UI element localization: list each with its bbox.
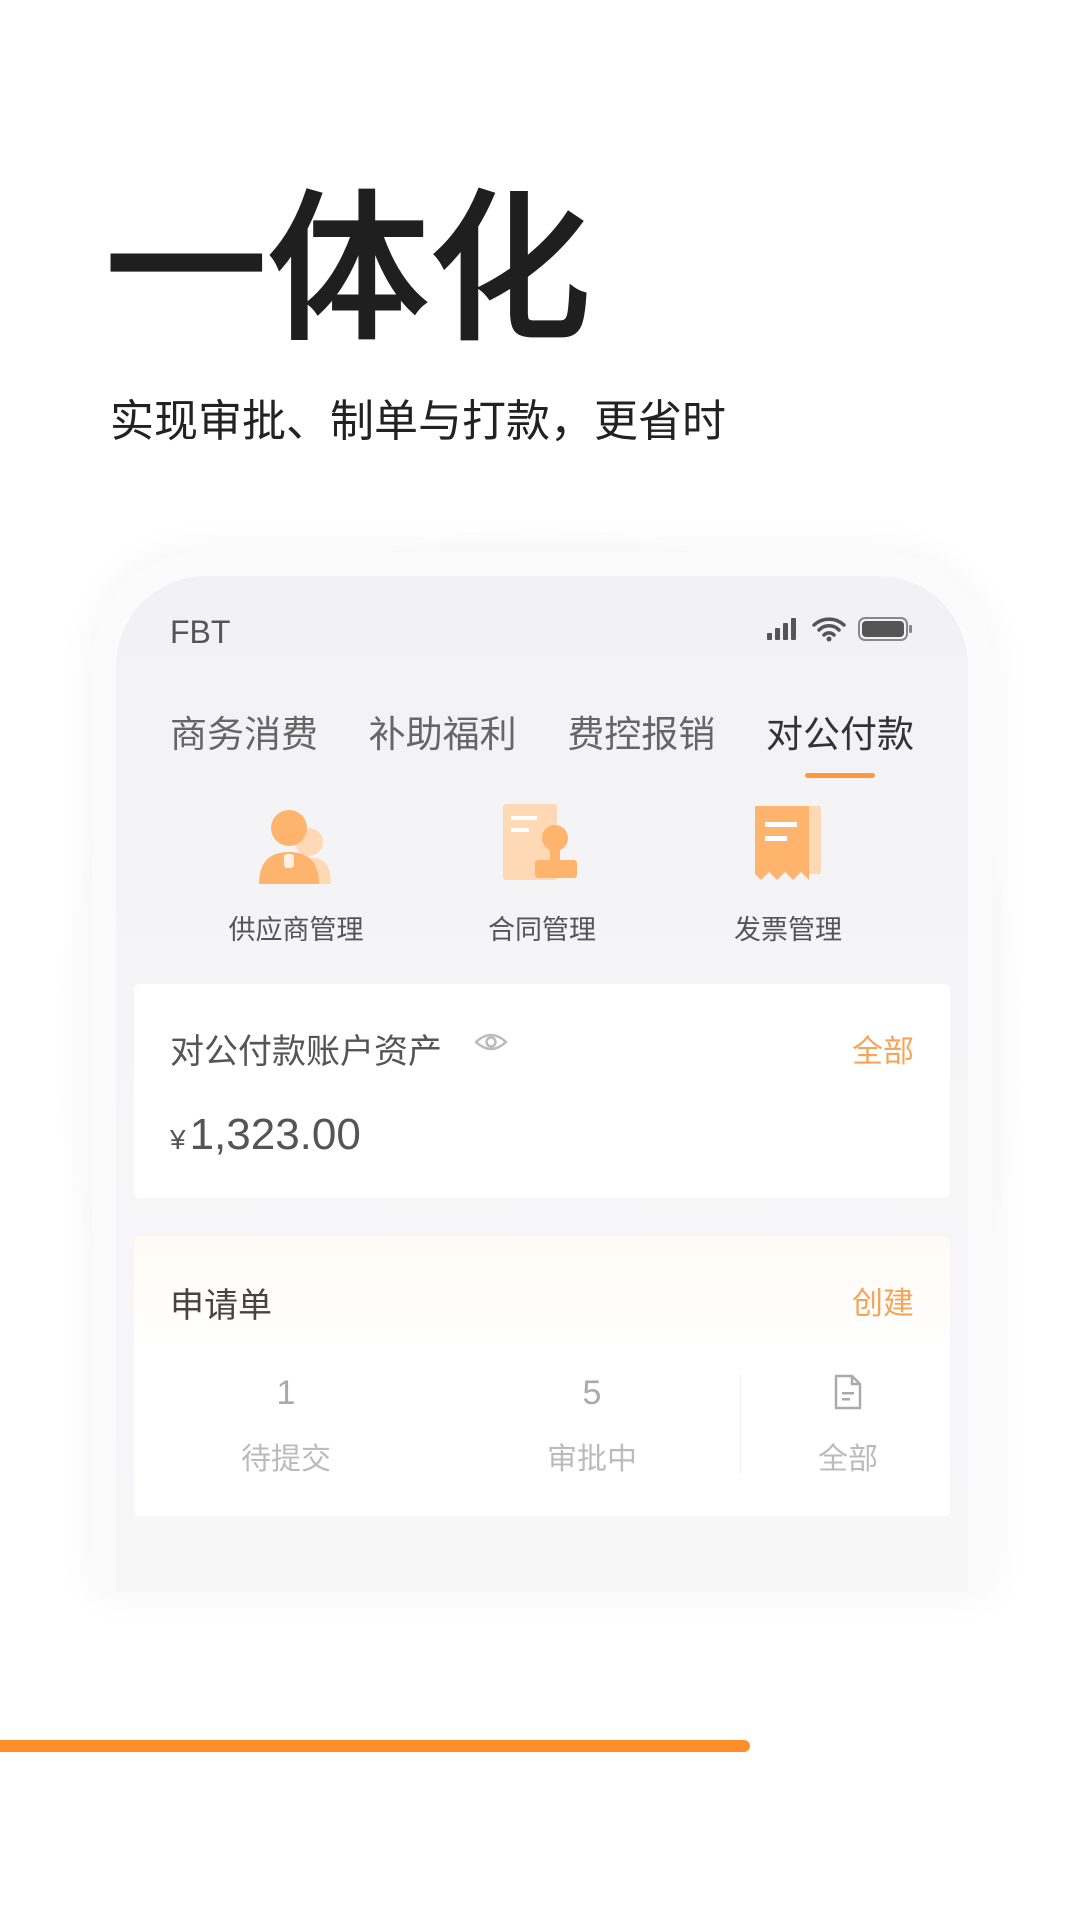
headline: 一体化 [106,176,593,363]
wifi-icon [812,617,846,642]
quick-action-label: 发票管理 [734,915,842,946]
status-bar: FBT [170,614,914,654]
signal-icon [767,618,796,640]
tab-label: 对公付款 [765,713,914,756]
tab-subsidy-benefits[interactable]: 补助福利 [369,704,517,758]
supplier-management-button[interactable]: 供应商管理 [196,798,396,947]
tab-corporate-payment[interactable]: 对公付款 [765,704,914,778]
onboarding-progress-fill [0,1740,750,1752]
invoice-management-button[interactable]: 发票管理 [688,798,888,947]
tab-business-consumption[interactable]: 商务消费 [170,704,318,758]
eye-icon[interactable] [474,1030,508,1054]
tab-label: 商务消费 [170,713,318,756]
active-tab-indicator [804,773,875,778]
subheadline: 实现审批、制单与打款，更省时 [110,396,726,447]
document-icon [834,1374,862,1410]
contract-management-button[interactable]: 合同管理 [442,798,642,947]
quick-action-label: 供应商管理 [228,915,364,946]
invoice-icon [755,806,821,880]
stat-value: 1 [276,1374,296,1412]
tab-label: 费控报销 [567,713,716,756]
stat-label: 全部 [818,1442,878,1477]
status-icons [766,616,914,642]
quick-actions: 供应商管理 合同管理 发票管理 [116,798,968,958]
onboarding-page: 一体化 实现审批、制单与打款，更省时 FBT 商务消费 补助福利 费控报销 对公… [0,0,1080,1920]
account-balance: ¥1,323.00 [170,1110,361,1160]
balance-value: 1,323.00 [189,1110,361,1159]
create-link[interactable]: 创建 [852,1278,914,1323]
stat-label: 待提交 [241,1442,331,1477]
currency-symbol: ¥ [170,1124,186,1155]
stat-pending-submit[interactable]: 1 待提交 [186,1374,386,1478]
contract-icon [503,804,577,880]
category-tabs: 商务消费 补助福利 费控报销 对公付款 [170,704,914,778]
account-assets-card: 对公付款账户资产 全部 ¥1,323.00 [134,984,950,1198]
quick-action-label: 合同管理 [488,915,596,946]
account-assets-title: 对公付款账户资产 [170,1032,442,1072]
battery-icon [858,617,912,641]
stat-value: 5 [582,1374,602,1412]
phone-mockup: FBT 商务消费 补助福利 费控报销 对公付款 供应商管理 合同管理 发票管理 … [92,552,992,1592]
onboarding-progress-bar [0,1740,1000,1752]
stat-divider [740,1374,741,1474]
application-title: 申请单 [170,1286,272,1326]
application-card: 申请单 创建 1 待提交 5 审批中 全部 [134,1236,950,1516]
stat-icon-wrap [748,1374,948,1414]
carrier-label: FBT [170,614,231,650]
stat-all[interactable]: 全部 [748,1374,948,1478]
tab-expense-reimbursement[interactable]: 费控报销 [567,704,715,758]
stat-label: 审批中 [547,1442,637,1477]
tab-label: 补助福利 [368,713,517,756]
supplier-icon [259,810,331,884]
view-all-link[interactable]: 全部 [852,1026,914,1071]
phone-screen: FBT 商务消费 补助福利 费控报销 对公付款 供应商管理 合同管理 发票管理 … [116,576,968,1592]
stat-in-approval[interactable]: 5 审批中 [492,1374,692,1478]
